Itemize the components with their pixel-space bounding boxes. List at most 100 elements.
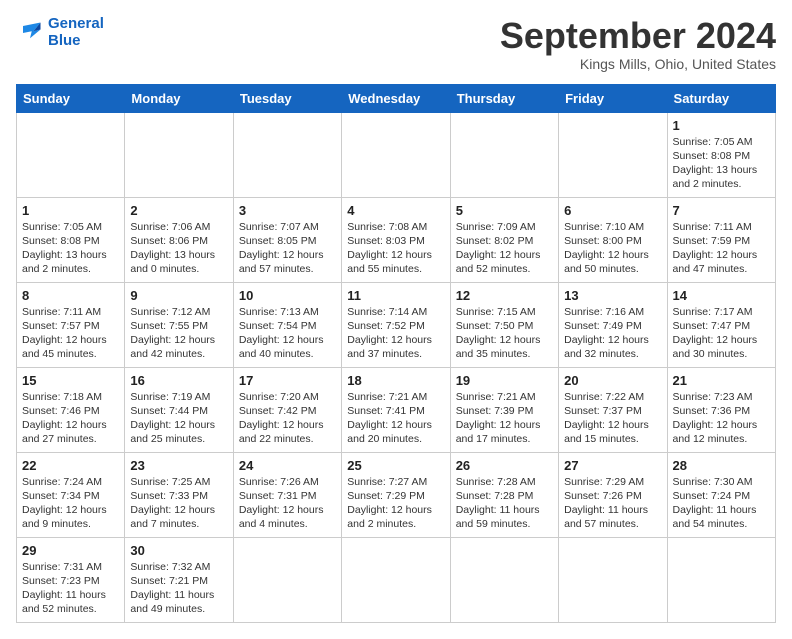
day-of-week-header: Wednesday (342, 84, 450, 112)
calendar-header-row: SundayMondayTuesdayWednesdayThursdayFrid… (17, 84, 776, 112)
day-info: Sunrise: 7:19 AMSunset: 7:44 PMDaylight:… (130, 390, 227, 447)
day-info: Sunrise: 7:11 AMSunset: 7:59 PMDaylight:… (673, 220, 770, 277)
day-number: 3 (239, 203, 336, 218)
day-of-week-header: Sunday (17, 84, 125, 112)
calendar-week-row: 29 Sunrise: 7:31 AMSunset: 7:23 PMDayligh… (17, 537, 776, 622)
calendar-cell (233, 112, 341, 197)
day-info: Sunrise: 7:11 AMSunset: 7:57 PMDaylight:… (22, 305, 119, 362)
day-number: 30 (130, 543, 227, 558)
day-info: Sunrise: 7:29 AMSunset: 7:26 PMDaylight:… (564, 475, 661, 532)
calendar-cell (125, 112, 233, 197)
day-info: Sunrise: 7:28 AMSunset: 7:28 PMDaylight:… (456, 475, 553, 532)
day-info: Sunrise: 7:18 AMSunset: 7:46 PMDaylight:… (22, 390, 119, 447)
day-info: Sunrise: 7:21 AMSunset: 7:39 PMDaylight:… (456, 390, 553, 447)
calendar-cell: 17 Sunrise: 7:20 AMSunset: 7:42 PMDayligh… (233, 367, 341, 452)
day-info: Sunrise: 7:05 AMSunset: 8:08 PMDaylight:… (673, 135, 770, 192)
day-number: 21 (673, 373, 770, 388)
calendar-cell: 11 Sunrise: 7:14 AMSunset: 7:52 PMDayligh… (342, 282, 450, 367)
logo-text: General Blue (48, 16, 104, 49)
calendar-week-row: 22Sunrise: 7:24 AMSunset: 7:34 PMDayligh… (17, 452, 776, 537)
day-number: 11 (347, 288, 444, 303)
day-number: 1 (673, 118, 770, 133)
day-info: Sunrise: 7:20 AMSunset: 7:42 PMDaylight:… (239, 390, 336, 447)
calendar-cell: 25 Sunrise: 7:27 AMSunset: 7:29 PMDayligh… (342, 452, 450, 537)
day-number: 27 (564, 458, 661, 473)
day-number: 22 (22, 458, 119, 473)
day-number: 14 (673, 288, 770, 303)
day-info: Sunrise: 7:30 AMSunset: 7:24 PMDaylight:… (673, 475, 770, 532)
day-info: Sunrise: 7:21 AMSunset: 7:41 PMDaylight:… (347, 390, 444, 447)
calendar-cell: 22Sunrise: 7:24 AMSunset: 7:34 PMDayligh… (17, 452, 125, 537)
day-info: Sunrise: 7:27 AMSunset: 7:29 PMDaylight:… (347, 475, 444, 532)
day-number: 18 (347, 373, 444, 388)
calendar-cell (559, 112, 667, 197)
calendar-cell: 9Sunrise: 7:12 AMSunset: 7:55 PMDaylight… (125, 282, 233, 367)
calendar-table: SundayMondayTuesdayWednesdayThursdayFrid… (16, 84, 776, 623)
calendar-cell: 15 Sunrise: 7:18 AMSunset: 7:46 PMDayligh… (17, 367, 125, 452)
calendar-cell: 1 Sunrise: 7:05 AMSunset: 8:08 PMDaylight… (667, 112, 775, 197)
day-info: Sunrise: 7:32 AMSunset: 7:21 PMDaylight:… (130, 560, 227, 617)
day-number: 24 (239, 458, 336, 473)
logo: General Blue (16, 16, 104, 49)
calendar-cell: 28 Sunrise: 7:30 AMSunset: 7:24 PMDayligh… (667, 452, 775, 537)
calendar-cell: 7Sunrise: 7:11 AMSunset: 7:59 PMDaylight… (667, 197, 775, 282)
calendar-cell: 24 Sunrise: 7:26 AMSunset: 7:31 PMDayligh… (233, 452, 341, 537)
day-info: Sunrise: 7:17 AMSunset: 7:47 PMDaylight:… (673, 305, 770, 362)
calendar-cell (342, 112, 450, 197)
day-info: Sunrise: 7:12 AMSunset: 7:55 PMDaylight:… (130, 305, 227, 362)
day-number: 13 (564, 288, 661, 303)
day-number: 2 (130, 203, 227, 218)
day-info: Sunrise: 7:09 AMSunset: 8:02 PMDaylight:… (456, 220, 553, 277)
calendar-cell (342, 537, 450, 622)
day-number: 15 (22, 373, 119, 388)
day-number: 26 (456, 458, 553, 473)
calendar-cell: 19 Sunrise: 7:21 AMSunset: 7:39 PMDayligh… (450, 367, 558, 452)
calendar-cell: 29 Sunrise: 7:31 AMSunset: 7:23 PMDayligh… (17, 537, 125, 622)
day-number: 29 (22, 543, 119, 558)
day-number: 12 (456, 288, 553, 303)
calendar-cell: 5Sunrise: 7:09 AMSunset: 8:02 PMDaylight… (450, 197, 558, 282)
day-info: Sunrise: 7:07 AMSunset: 8:05 PMDaylight:… (239, 220, 336, 277)
calendar-cell (559, 537, 667, 622)
day-of-week-header: Tuesday (233, 84, 341, 112)
calendar-cell: 23Sunrise: 7:25 AMSunset: 7:33 PMDayligh… (125, 452, 233, 537)
day-info: Sunrise: 7:25 AMSunset: 7:33 PMDaylight:… (130, 475, 227, 532)
day-number: 19 (456, 373, 553, 388)
calendar-cell: 1Sunrise: 7:05 AMSunset: 8:08 PMDaylight… (17, 197, 125, 282)
calendar-week-row: 8Sunrise: 7:11 AMSunset: 7:57 PMDaylight… (17, 282, 776, 367)
day-number: 28 (673, 458, 770, 473)
day-info: Sunrise: 7:31 AMSunset: 7:23 PMDaylight:… (22, 560, 119, 617)
calendar-cell (450, 112, 558, 197)
calendar-week-row: 1 Sunrise: 7:05 AMSunset: 8:08 PMDaylight… (17, 112, 776, 197)
calendar-cell: 26 Sunrise: 7:28 AMSunset: 7:28 PMDayligh… (450, 452, 558, 537)
day-number: 4 (347, 203, 444, 218)
calendar-cell (17, 112, 125, 197)
day-number: 17 (239, 373, 336, 388)
calendar-cell: 18 Sunrise: 7:21 AMSunset: 7:41 PMDayligh… (342, 367, 450, 452)
calendar-week-row: 1Sunrise: 7:05 AMSunset: 8:08 PMDaylight… (17, 197, 776, 282)
day-of-week-header: Saturday (667, 84, 775, 112)
calendar-cell: 10Sunrise: 7:13 AMSunset: 7:54 PMDayligh… (233, 282, 341, 367)
day-info: Sunrise: 7:05 AMSunset: 8:08 PMDaylight:… (22, 220, 119, 277)
calendar-cell: 13Sunrise: 7:16 AMSunset: 7:49 PMDayligh… (559, 282, 667, 367)
calendar-cell: 20Sunrise: 7:22 AMSunset: 7:37 PMDayligh… (559, 367, 667, 452)
calendar-cell (667, 537, 775, 622)
month-title: September 2024 (500, 16, 776, 56)
calendar-cell: 3 Sunrise: 7:07 AMSunset: 8:05 PMDaylight… (233, 197, 341, 282)
day-number: 6 (564, 203, 661, 218)
day-of-week-header: Thursday (450, 84, 558, 112)
day-info: Sunrise: 7:23 AMSunset: 7:36 PMDaylight:… (673, 390, 770, 447)
day-number: 10 (239, 288, 336, 303)
calendar-cell: 27 Sunrise: 7:29 AMSunset: 7:26 PMDayligh… (559, 452, 667, 537)
day-of-week-header: Monday (125, 84, 233, 112)
calendar-cell: 4 Sunrise: 7:08 AMSunset: 8:03 PMDaylight… (342, 197, 450, 282)
day-info: Sunrise: 7:14 AMSunset: 7:52 PMDaylight:… (347, 305, 444, 362)
day-info: Sunrise: 7:15 AMSunset: 7:50 PMDaylight:… (456, 305, 553, 362)
day-number: 25 (347, 458, 444, 473)
page-header: General Blue September 2024 Kings Mills,… (16, 16, 776, 72)
calendar-cell (233, 537, 341, 622)
day-info: Sunrise: 7:26 AMSunset: 7:31 PMDaylight:… (239, 475, 336, 532)
day-info: Sunrise: 7:08 AMSunset: 8:03 PMDaylight:… (347, 220, 444, 277)
calendar-week-row: 15 Sunrise: 7:18 AMSunset: 7:46 PMDayligh… (17, 367, 776, 452)
calendar-cell: 6Sunrise: 7:10 AMSunset: 8:00 PMDaylight… (559, 197, 667, 282)
